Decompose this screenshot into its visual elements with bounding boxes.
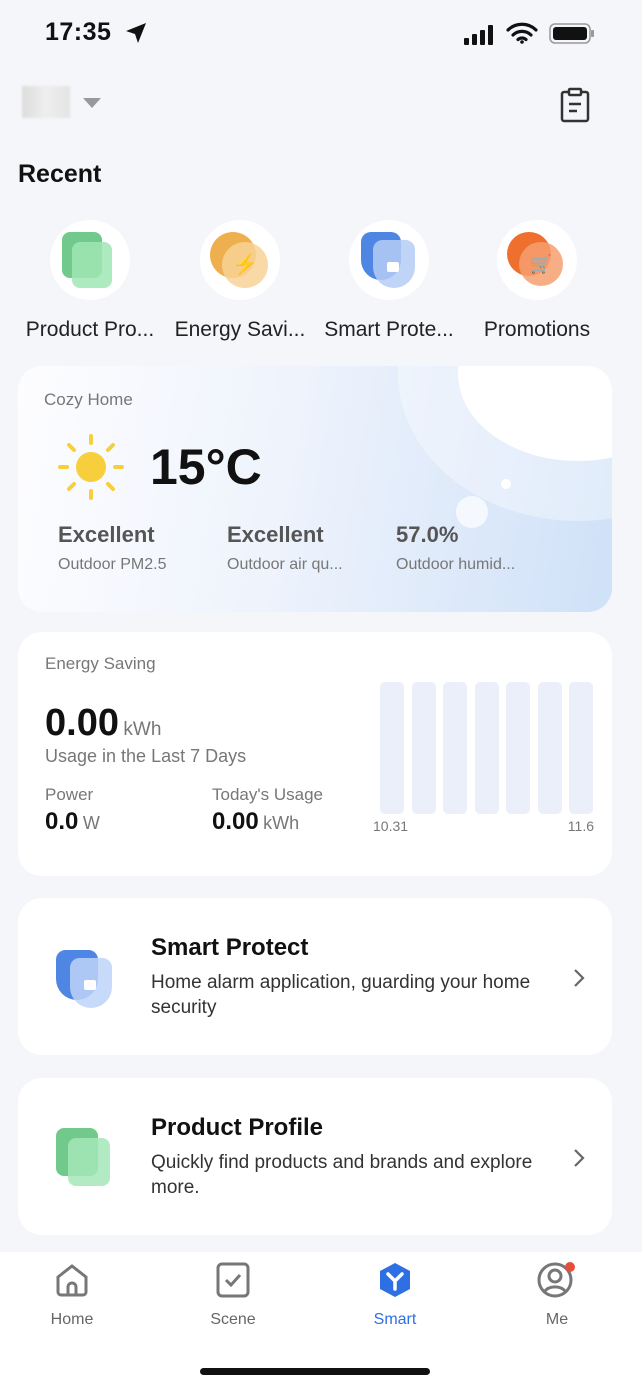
chart-bar <box>506 682 530 814</box>
shield-camera-icon <box>361 232 417 290</box>
x-tick-label: 11.6 <box>567 818 594 834</box>
power-value: 0.0 W <box>45 808 100 835</box>
cart-icon: 🛒 <box>507 232 567 288</box>
product-profile-icon <box>56 1128 116 1188</box>
chart-bar <box>380 682 404 814</box>
recent-item-label: Smart Prote... <box>324 318 454 341</box>
tab-me[interactable]: Me <box>507 1262 607 1329</box>
recent-item-promotions[interactable]: 🛒 Promotions <box>462 220 612 342</box>
recent-item-product-profile[interactable]: Product Pro... <box>15 220 165 342</box>
recent-item-label: Promotions <box>483 318 591 341</box>
chart-bar <box>443 682 467 814</box>
chevron-right-icon <box>574 969 585 987</box>
feature-desc: Quickly find products and brands and exp… <box>151 1152 533 1198</box>
energy-bolt-icon: ⚡ <box>210 232 270 288</box>
smart-hexagon-icon <box>380 1263 410 1297</box>
product-profile-icon <box>62 232 112 288</box>
feature-card-product-profile[interactable]: Product Profile Quickly find products and… <box>18 1078 612 1235</box>
energy-total-label: Usage in the Last 7 Days <box>45 746 247 766</box>
notification-badge <box>565 1262 575 1272</box>
scene-checkbox-icon <box>216 1262 250 1298</box>
feature-desc: Home alarm application, guarding your ho… <box>151 972 531 1018</box>
power-label: Power <box>45 785 94 804</box>
feature-title: Smart Protect <box>151 934 309 961</box>
chart-bar <box>474 682 499 814</box>
sun-icon <box>58 434 124 500</box>
chart-bar <box>569 682 593 814</box>
chart-bar <box>411 682 436 814</box>
recent-item-label: Energy Savi... <box>174 318 306 341</box>
feature-title: Product Profile <box>151 1114 324 1141</box>
recent-item-smart-protect[interactable]: Smart Prote... <box>314 220 464 342</box>
battery-icon <box>549 23 594 44</box>
stat-air-quality: Excellent Outdoor air qu... <box>227 522 343 573</box>
stat-pm25: Excellent Outdoor PM2.5 <box>58 522 167 573</box>
home-name: Cozy Home <box>44 390 133 409</box>
weather-card[interactable]: Cozy Home 15°C <box>18 366 612 612</box>
temperature: 15°C <box>150 439 262 495</box>
location-arrow-icon <box>126 23 146 43</box>
signal-icon <box>464 24 498 51</box>
stat-humidity: 57.0% Outdoor humid... <box>396 522 516 573</box>
user-avatar-icon <box>537 1262 575 1298</box>
home-selector[interactable] <box>22 86 70 118</box>
today-usage-value: 0.00 kWh <box>212 808 300 835</box>
recent-item-energy-saving[interactable]: ⚡ Energy Savi... <box>165 220 315 342</box>
chart-bar <box>537 682 562 814</box>
energy-total: 0.00 kWh <box>45 702 162 744</box>
clipboard-icon[interactable] <box>559 87 591 123</box>
home-icon <box>56 1264 88 1297</box>
energy-title: Energy Saving <box>45 654 156 673</box>
tab-scene[interactable]: Scene <box>183 1262 283 1329</box>
tab-smart[interactable]: Smart <box>345 1262 445 1329</box>
wifi-icon <box>506 22 538 44</box>
recent-title: Recent <box>18 160 102 188</box>
chevron-right-icon <box>574 1149 585 1167</box>
feature-card-smart-protect[interactable]: Smart Protect Home alarm application, gua… <box>18 898 612 1055</box>
caret-down-icon[interactable] <box>83 98 101 109</box>
recent-item-label: Product Pro... <box>25 318 155 341</box>
shield-camera-icon <box>56 950 116 1010</box>
home-indicator <box>200 1368 430 1375</box>
x-tick-label: 10.31 <box>373 818 409 834</box>
tab-home[interactable]: Home <box>22 1262 122 1329</box>
status-time: 17:35 <box>45 18 112 46</box>
today-usage-label: Today's Usage <box>212 785 323 804</box>
